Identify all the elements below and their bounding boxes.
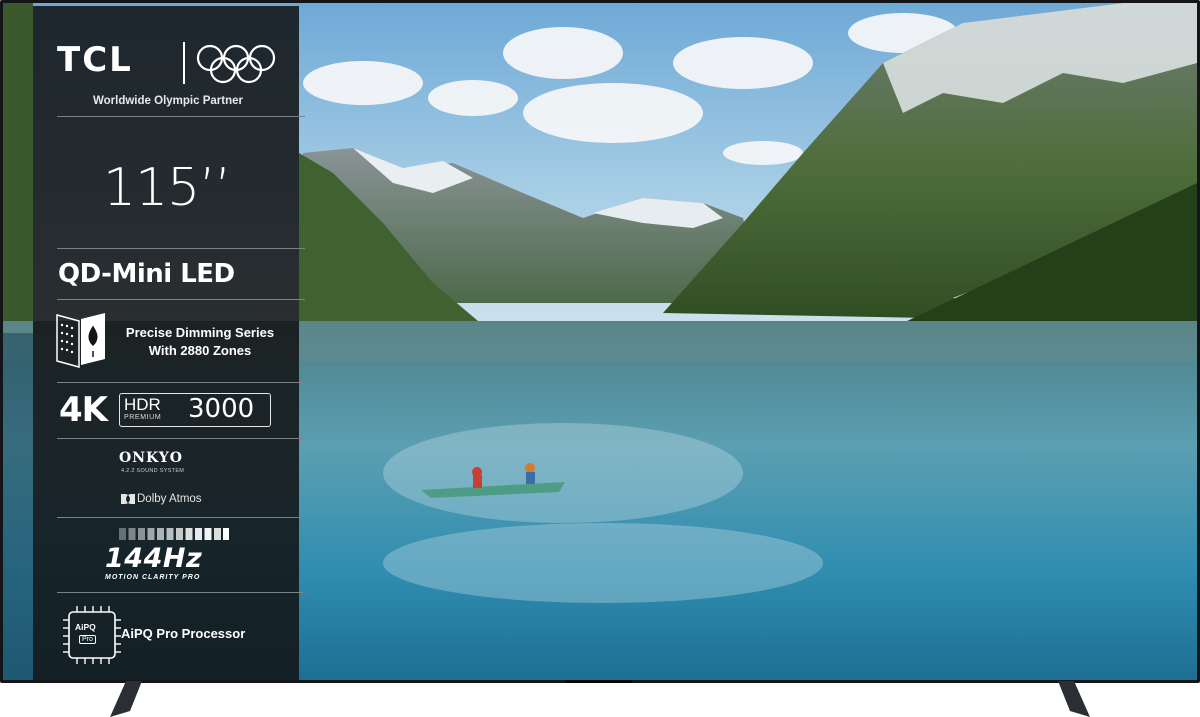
processor-label: AiPQ Pro Processor	[121, 626, 246, 641]
chip-sub-label: Pro	[79, 635, 96, 644]
olympic-rings-icon	[196, 44, 276, 84]
tcl-logo: TCL	[57, 40, 133, 80]
tv-frame: TCL Worldwide Olympic Partner 115’’ QD-M…	[0, 0, 1200, 683]
ir-sensor-bar	[566, 680, 632, 683]
dimming-zones-icon	[56, 313, 105, 368]
dolby-atmos-label: Dolby Atmos	[137, 493, 202, 505]
tv-stand-right	[1058, 681, 1090, 717]
divider	[57, 116, 305, 117]
feature-panel: TCL Worldwide Olympic Partner 115’’ QD-M…	[33, 6, 305, 680]
refresh-bars-icon	[119, 528, 229, 540]
dimming-line-1: Precise Dimming Series	[125, 325, 275, 340]
logo-divider	[183, 42, 185, 84]
dimming-line-2: With 2880 Zones	[148, 343, 252, 358]
divider	[57, 299, 305, 300]
motion-clarity-label: MOTION CLARITY PRO	[105, 574, 201, 581]
refresh-rate: 144Hz	[105, 543, 203, 574]
divider	[57, 382, 305, 383]
dimming-feature: Precise Dimming Series With 2880 Zones	[115, 324, 285, 360]
onkyo-logo: ONKYO	[119, 450, 183, 466]
partner-text: Worldwide Olympic Partner	[93, 95, 243, 107]
display-tech: QD-Mini LED	[58, 259, 235, 289]
sound-system-label: 4.2.2 SOUND SYSTEM	[121, 468, 185, 474]
tv-screen: TCL Worldwide Olympic Partner 115’’ QD-M…	[3, 3, 1197, 680]
hdr-label: HDR	[124, 395, 161, 414]
divider	[57, 248, 305, 249]
screen-size: 115’’	[103, 158, 231, 218]
divider	[57, 592, 305, 593]
chip-label: AiPQ	[75, 622, 96, 632]
hdr-value: 3000	[188, 394, 255, 424]
resolution-badge: 4K	[59, 390, 108, 430]
tv-stand-left	[110, 681, 142, 717]
divider	[57, 517, 305, 518]
divider	[57, 438, 305, 439]
dolby-icon	[121, 494, 135, 504]
hdr-premium-label: PREMIUM	[124, 414, 162, 421]
